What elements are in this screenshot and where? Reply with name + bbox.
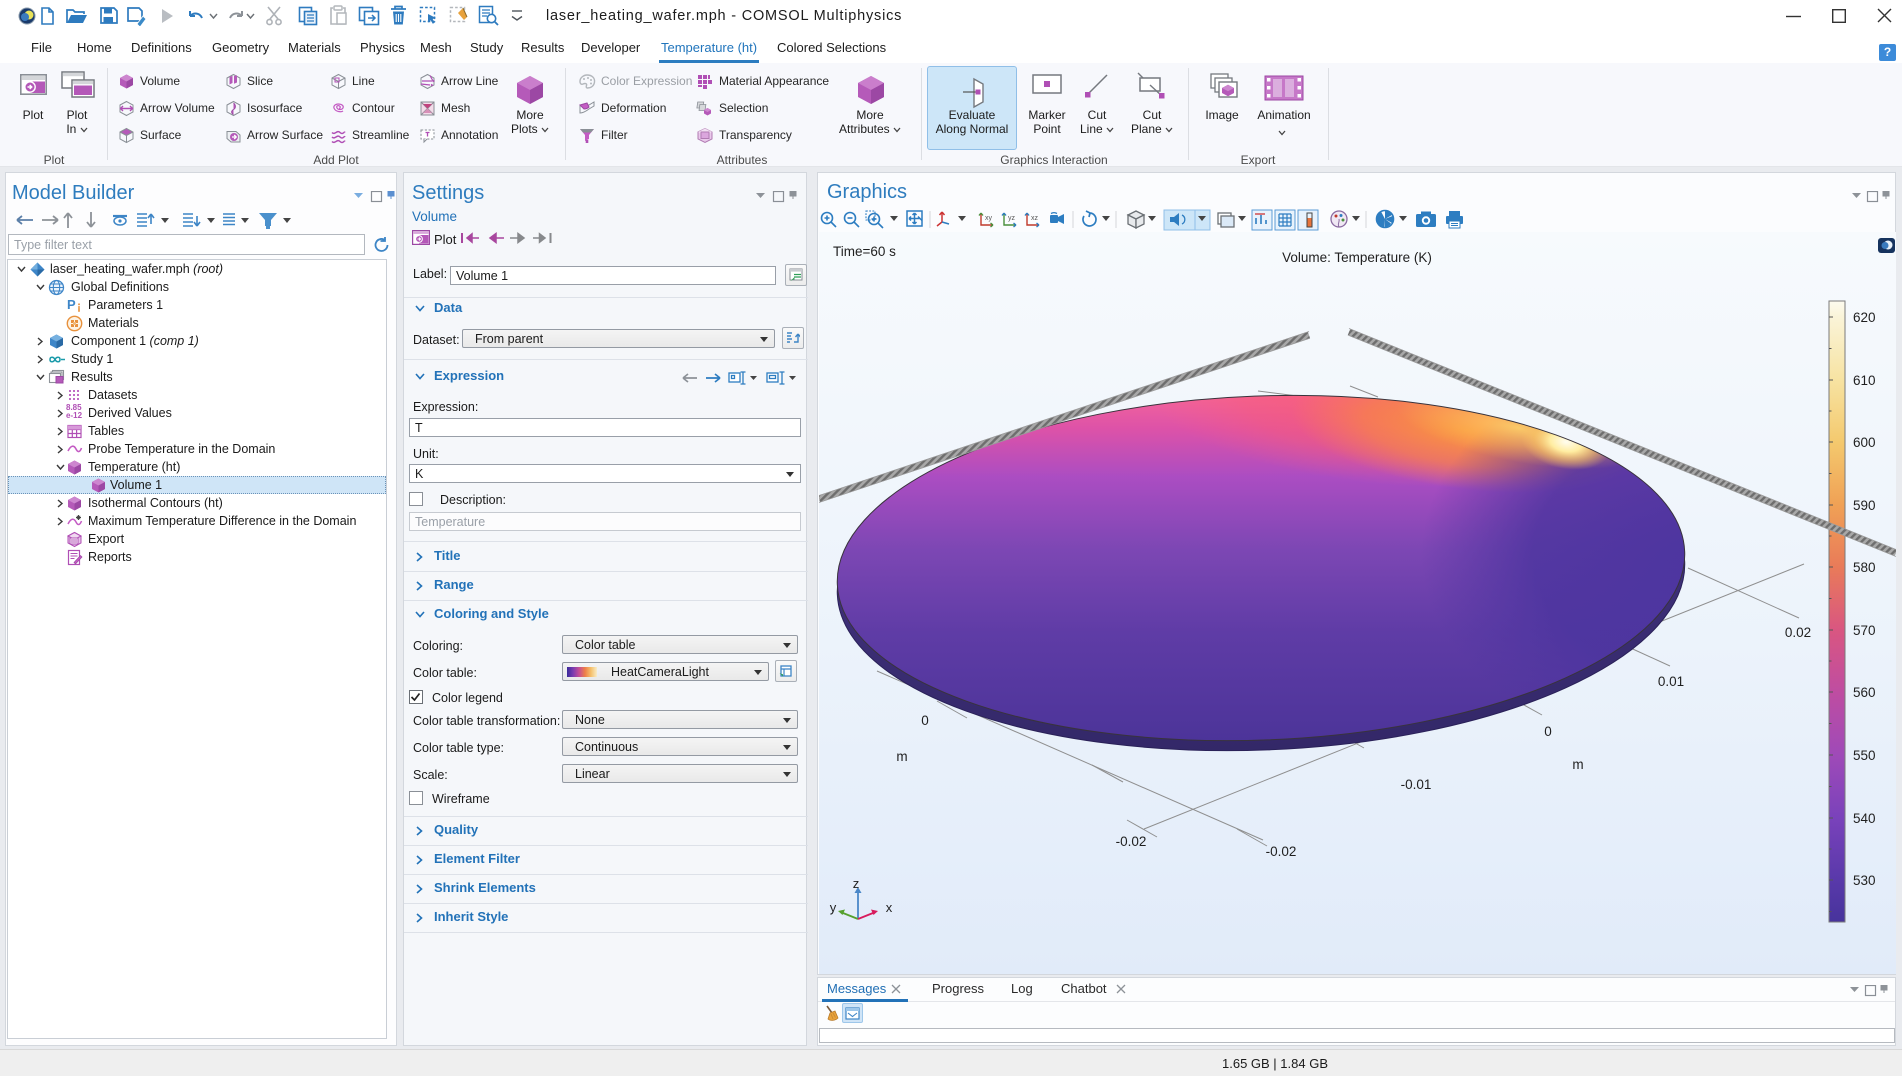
- svg-text:540: 540: [1853, 811, 1876, 826]
- svg-text:560: 560: [1853, 685, 1876, 700]
- svg-text:m: m: [1572, 757, 1583, 772]
- svg-text:530: 530: [1853, 873, 1876, 888]
- svg-text:610: 610: [1853, 373, 1876, 388]
- svg-text:600: 600: [1853, 435, 1876, 450]
- svg-text:570: 570: [1853, 623, 1876, 638]
- svg-text:xy: xy: [985, 215, 993, 222]
- svg-text:-0.02: -0.02: [1266, 844, 1297, 859]
- svg-text:z: z: [853, 876, 860, 891]
- svg-text:0: 0: [921, 713, 929, 728]
- svg-text:620: 620: [1853, 310, 1876, 325]
- svg-text:y: y: [830, 900, 837, 915]
- svg-text:0.02: 0.02: [1785, 625, 1811, 640]
- svg-text:-0.02: -0.02: [1116, 834, 1147, 849]
- svg-text:yz: yz: [1008, 215, 1016, 222]
- svg-text:-0.01: -0.01: [1401, 777, 1432, 792]
- svg-text:0.01: 0.01: [1658, 674, 1684, 689]
- svg-text:0: 0: [1544, 724, 1552, 739]
- svg-text:550: 550: [1853, 748, 1876, 763]
- svg-text:xz: xz: [1031, 215, 1039, 222]
- svg-text:590: 590: [1853, 498, 1876, 513]
- svg-text:x: x: [886, 900, 893, 915]
- svg-text:Time=60 s: Time=60 s: [833, 244, 896, 259]
- svg-text:580: 580: [1853, 560, 1876, 575]
- svg-text:m: m: [896, 749, 907, 764]
- svg-text:Volume: Temperature (K): Volume: Temperature (K): [1282, 250, 1432, 265]
